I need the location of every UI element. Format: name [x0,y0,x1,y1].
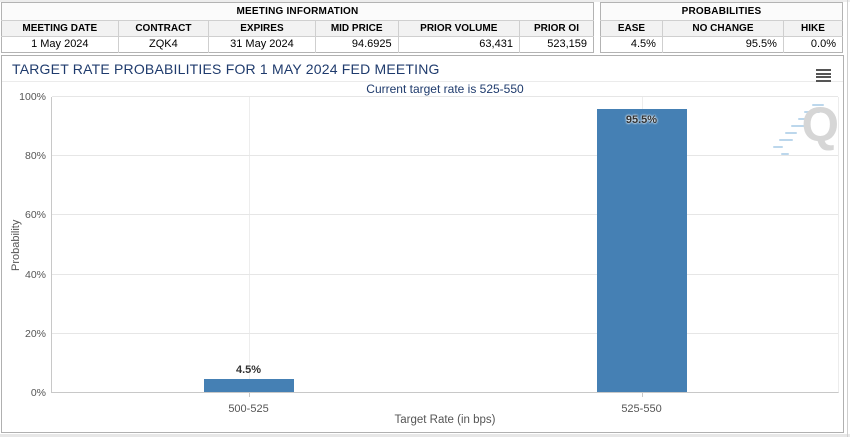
plot-area: 4.5%500-52595.5%525-550 [51,97,839,393]
probabilities-row: 4.5% 95.5% 0.0% [601,37,843,53]
meeting-information-row: 1 May 2024 ZQK4 31 May 2024 94.6925 63,4… [2,37,594,53]
hike-value: 0.0% [783,37,842,53]
bar-columns: 4.5%500-52595.5%525-550 [52,97,838,392]
col-header-contract: CONTRACT [118,21,209,37]
gridline [52,214,838,215]
prior-oi-value: 523,159 [519,37,593,53]
x-axis-title: Target Rate (in bps) [51,414,839,426]
chart-panel: TARGET RATE PROBABILITIES FOR 1 MAY 2024… [1,55,844,433]
ease-value: 4.5% [601,37,663,53]
y-axis-tick-label: 80% [2,150,46,162]
y-axis-tick-label: 60% [2,209,46,221]
chart-title: TARGET RATE PROBABILITIES FOR 1 MAY 2024… [2,56,843,82]
gridline [52,155,838,156]
col-header-prior-oi: PRIOR OI [519,21,593,37]
probability-bar[interactable] [204,379,294,392]
gridline [52,333,838,334]
y-axis-tick-label: 20% [2,328,46,340]
bar-data-label: 95.5% [445,114,838,126]
col-header-hike: HIKE [783,21,842,37]
gridline [52,274,838,275]
prior-volume-value: 63,431 [398,37,519,53]
meeting-date-value: 1 May 2024 [2,37,119,53]
contract-value: ZQK4 [118,37,209,53]
x-axis-tick [249,392,250,397]
col-header-no-change: NO CHANGE [662,21,783,37]
probabilities-table: PROBABILITIES EASE NO CHANGE HIKE 4.5% 9… [600,2,843,53]
col-header-expires: EXPIRES [209,21,316,37]
fedwatch-screen: MEETING INFORMATION MEETING DATE CONTRAC… [0,0,850,437]
gridline [52,96,838,97]
meeting-information-table: MEETING INFORMATION MEETING DATE CONTRAC… [1,2,594,53]
col-header-prior-volume: PRIOR VOLUME [398,21,519,37]
col-header-ease: EASE [601,21,663,37]
col-header-meeting-date: MEETING DATE [2,21,119,37]
bar-column: 95.5%525-550 [445,97,838,392]
hamburger-menu-icon[interactable] [816,69,831,82]
y-axis-labels: 0%20%40%60%80%100% [2,97,46,393]
bar-column: 4.5%500-525 [52,97,445,392]
meeting-information-title: MEETING INFORMATION [2,3,594,21]
probability-bar[interactable] [597,109,687,392]
bar-data-label: 4.5% [52,364,445,376]
no-change-value: 95.5% [662,37,783,53]
right-edge-divider [847,0,848,437]
col-header-mid-price: MID PRICE [315,21,398,37]
chart-subtitle: Current target rate is 525-550 [51,82,839,96]
x-axis-tick [642,392,643,397]
probabilities-title: PROBABILITIES [601,3,843,21]
mid-price-value: 94.6925 [315,37,398,53]
category-gridline [249,97,250,392]
expires-value: 31 May 2024 [209,37,316,53]
y-axis-tick-label: 100% [2,91,46,103]
y-axis-tick-label: 40% [2,269,46,281]
y-axis-tick-label: 0% [2,387,46,399]
